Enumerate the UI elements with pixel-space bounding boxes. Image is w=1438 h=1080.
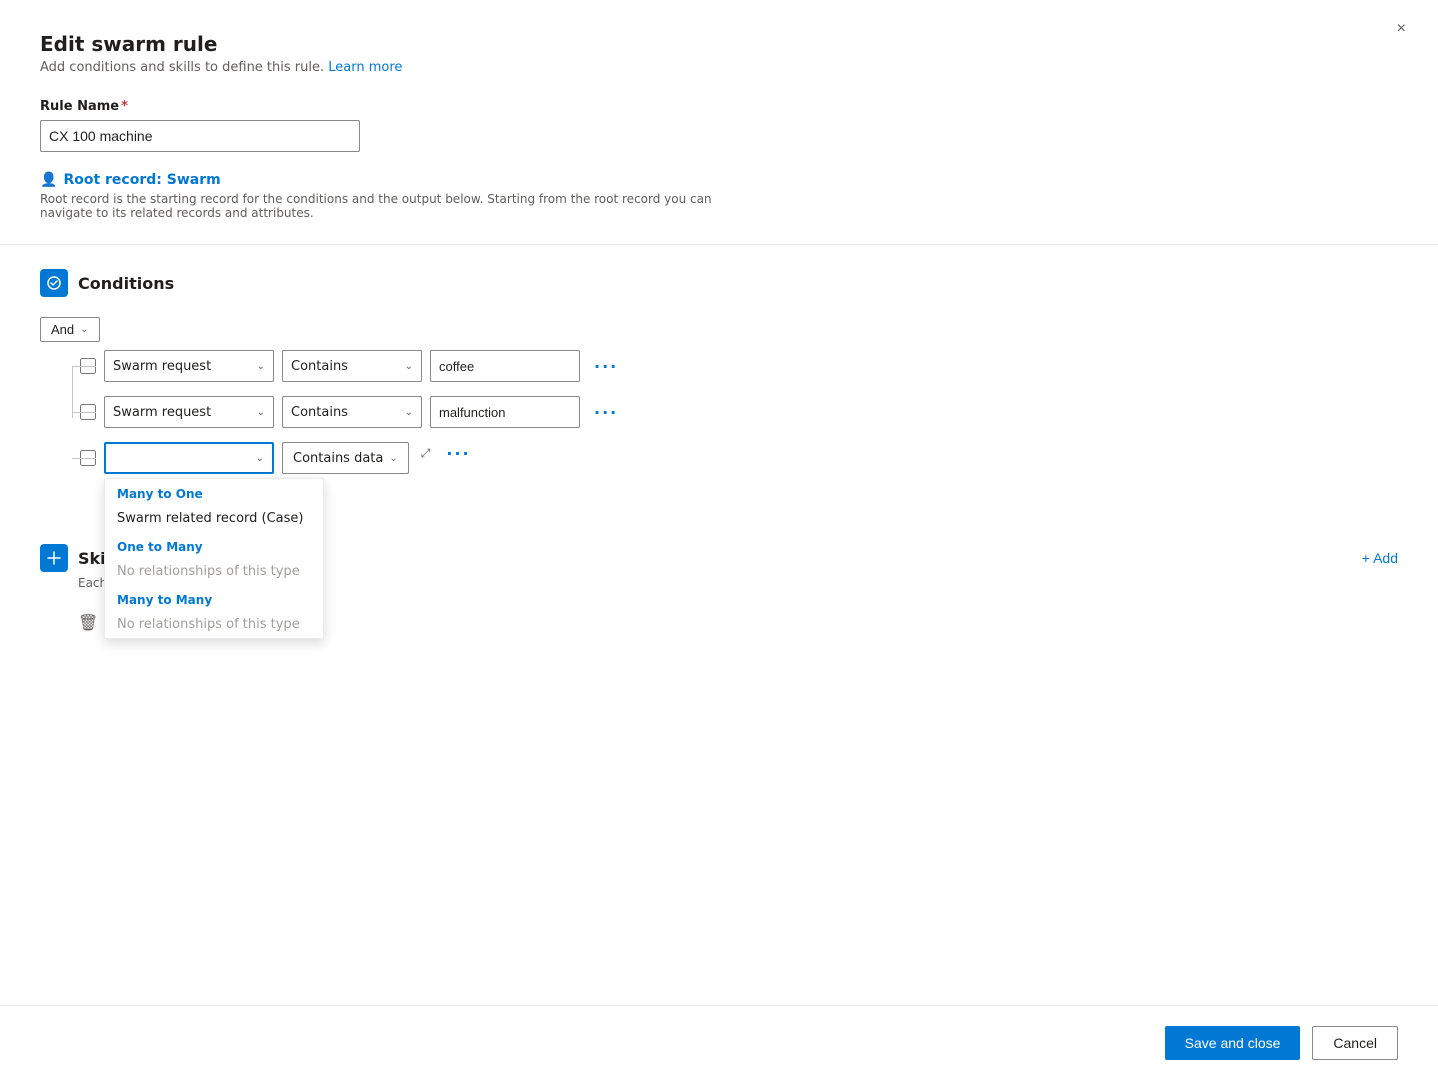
condition-field-3-wrapper: ⌄ Many to One Swarm related record (Case…	[104, 442, 274, 474]
condition-operator-2[interactable]: Contains ⌄	[282, 396, 422, 428]
cancel-button[interactable]: Cancel	[1312, 1026, 1398, 1060]
condition-more-3[interactable]: ···	[442, 442, 474, 465]
add-skill-button[interactable]: + Add	[1362, 550, 1398, 566]
conditions-section: Conditions And ⌄ Swarm request ⌄	[40, 269, 1398, 512]
root-record-desc: Root record is the starting record for t…	[40, 192, 740, 220]
tree-vline	[72, 366, 73, 418]
expand-icon[interactable]: ⤢	[417, 442, 435, 465]
many-to-many-none: No relationships of this type	[105, 611, 323, 638]
conditions-icon	[40, 269, 68, 297]
condition-field-2[interactable]: Swarm request ⌄	[104, 396, 274, 428]
swarm-related-item[interactable]: Swarm related record (Case)	[105, 505, 323, 532]
footer: Save and close Cancel	[0, 1005, 1438, 1080]
one-to-many-header: One to Many	[105, 532, 323, 558]
condition-operator-1[interactable]: Contains ⌄	[282, 350, 422, 382]
condition-value-2[interactable]	[430, 396, 580, 428]
contains-data-btn[interactable]: Contains data ⌄	[282, 442, 409, 474]
condition-row-2: Swarm request ⌄ Contains ⌄ ···	[80, 396, 1398, 428]
bottom-row: −	[182, 488, 1398, 512]
divider	[0, 244, 1438, 245]
field-dropdown-menu: Many to One Swarm related record (Case) …	[104, 478, 324, 639]
rule-name-label: Rule Name*	[40, 99, 1398, 114]
root-record-label: Root record: Swarm	[63, 172, 220, 188]
condition-row-3: ⌄ Many to One Swarm related record (Case…	[80, 442, 1398, 474]
save-and-close-button[interactable]: Save and close	[1165, 1026, 1301, 1060]
rule-name-input[interactable]	[40, 120, 360, 152]
delete-skill-icon[interactable]: 🗑	[78, 613, 98, 632]
condition-row-1: Swarm request ⌄ Contains ⌄ ···	[80, 350, 1398, 382]
many-to-one-header: Many to One	[105, 479, 323, 505]
dialog-title: Edit swarm rule	[40, 32, 1398, 56]
condition-field-1[interactable]: Swarm request ⌄	[104, 350, 274, 382]
conditions-tree: Swarm request ⌄ Contains ⌄ ··· Swarm	[40, 350, 1398, 512]
condition-value-1[interactable]	[430, 350, 580, 382]
edit-swarm-rule-dialog: × Edit swarm rule Add conditions and ski…	[0, 0, 1438, 1080]
condition-field-3[interactable]: ⌄	[104, 442, 274, 474]
condition-more-2[interactable]: ···	[588, 401, 624, 424]
many-to-many-header: Many to Many	[105, 585, 323, 611]
conditions-title: Conditions	[78, 274, 174, 293]
learn-more-link[interactable]: Learn more	[328, 60, 402, 75]
skills-icon	[40, 544, 68, 572]
person-icon: 👤	[40, 172, 57, 188]
dialog-subtitle: Add conditions and skills to define this…	[40, 60, 1398, 75]
and-dropdown[interactable]: And ⌄	[40, 317, 100, 342]
close-button[interactable]: ×	[1389, 16, 1414, 42]
one-to-many-none: No relationships of this type	[105, 558, 323, 585]
condition-more-1[interactable]: ···	[588, 355, 624, 378]
root-record-section: 👤 Root record: Swarm Root record is the …	[40, 172, 1398, 220]
